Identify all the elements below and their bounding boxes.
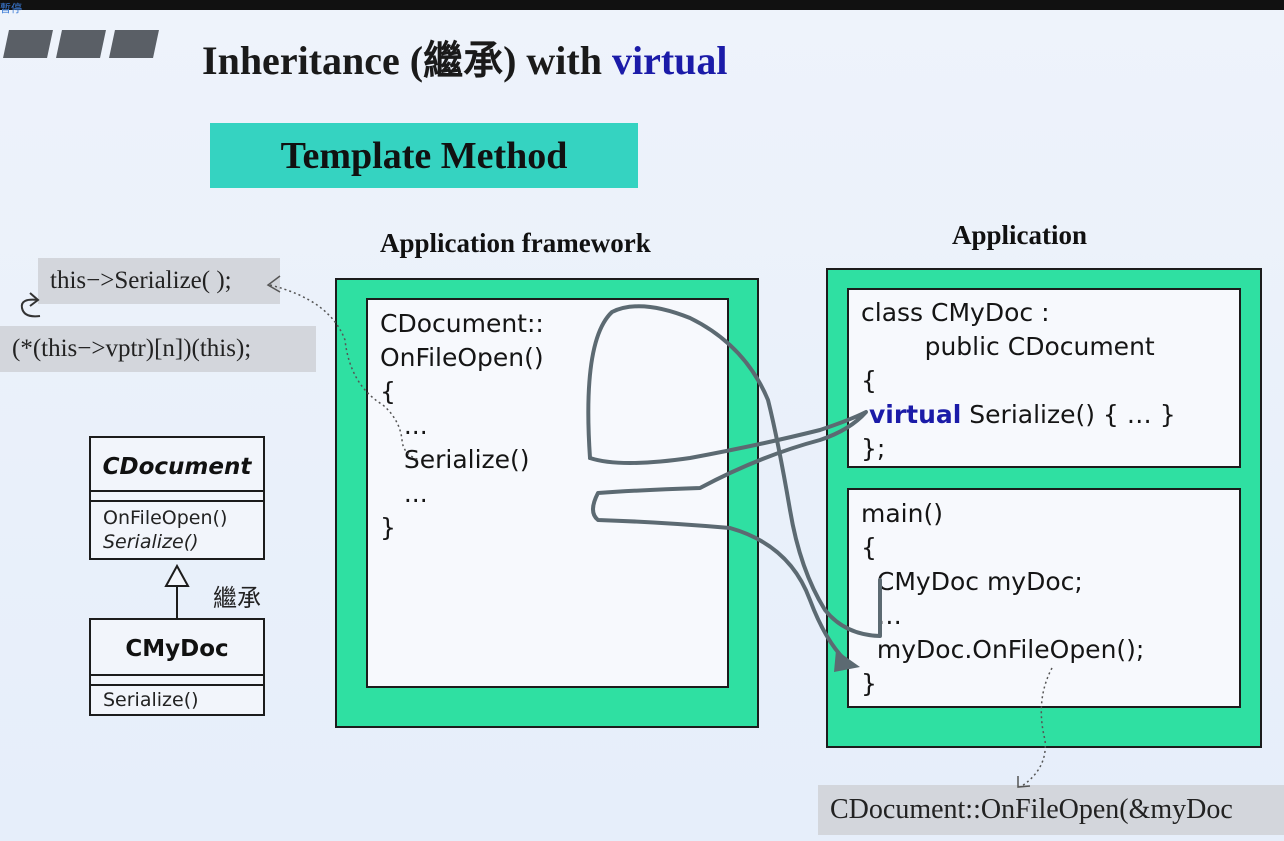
- dotted-arrowheads: [266, 275, 1031, 788]
- undo-icon: [20, 292, 41, 318]
- handdrawn-flow-arrows: [586, 304, 882, 662]
- uml-inheritance-arrow: [164, 563, 190, 618]
- dotted-call-connector: [269, 284, 1053, 787]
- flow-arrowhead: [834, 650, 860, 672]
- annotation-layer: [20, 275, 1053, 788]
